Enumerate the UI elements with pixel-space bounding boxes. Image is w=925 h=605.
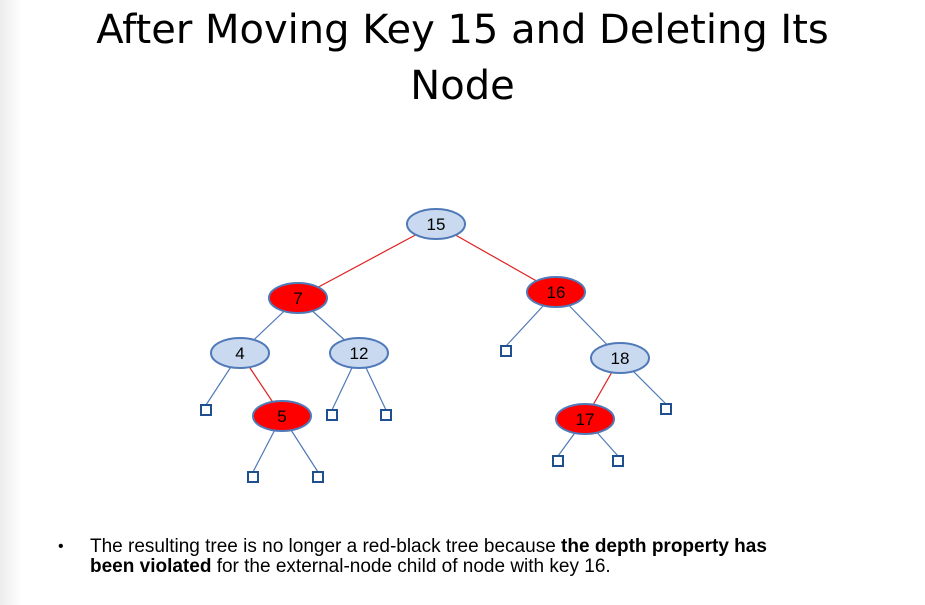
tree-node-18: 18 xyxy=(590,342,650,374)
node-key-label: 7 xyxy=(293,289,302,308)
node-key-label: 4 xyxy=(235,344,244,363)
external-leaf-square xyxy=(552,455,564,467)
tree-node-16: 16 xyxy=(526,276,586,308)
node-key-label: 12 xyxy=(350,344,369,363)
red-black-tree-diagram: 15 7 16 4 12 18 5 17 xyxy=(200,208,672,483)
external-leaf-square xyxy=(312,471,324,483)
node-key-label: 5 xyxy=(277,407,286,426)
node-key-label: 15 xyxy=(427,215,446,234)
external-leaf-square xyxy=(380,409,392,421)
tree-node-4: 4 xyxy=(210,337,270,369)
caption-text: The resulting tree is no longer a red-bl… xyxy=(90,537,890,577)
tree-node-5: 5 xyxy=(252,400,312,432)
tree-node-12: 12 xyxy=(329,337,389,369)
caption-bold1: the depth property has xyxy=(561,536,767,557)
node-key-label: 18 xyxy=(611,349,630,368)
tree-node-7: 7 xyxy=(268,282,328,314)
caption-part2: for the external-node child of node with… xyxy=(211,556,611,577)
caption-bold2: been violated xyxy=(90,556,212,577)
external-leaf-square xyxy=(200,404,212,416)
caption-part1: The resulting tree is no longer a red-bl… xyxy=(90,536,562,557)
external-leaf-square xyxy=(326,409,338,421)
tree-node-17: 17 xyxy=(555,403,615,435)
tree-node-15: 15 xyxy=(406,208,466,240)
bullet-icon: • xyxy=(58,538,64,555)
external-leaf-square xyxy=(660,403,672,415)
node-key-label: 16 xyxy=(547,283,566,302)
external-leaf-square xyxy=(500,345,512,357)
external-leaf-square xyxy=(247,471,259,483)
node-key-label: 17 xyxy=(576,410,595,429)
external-leaf-square xyxy=(612,455,624,467)
